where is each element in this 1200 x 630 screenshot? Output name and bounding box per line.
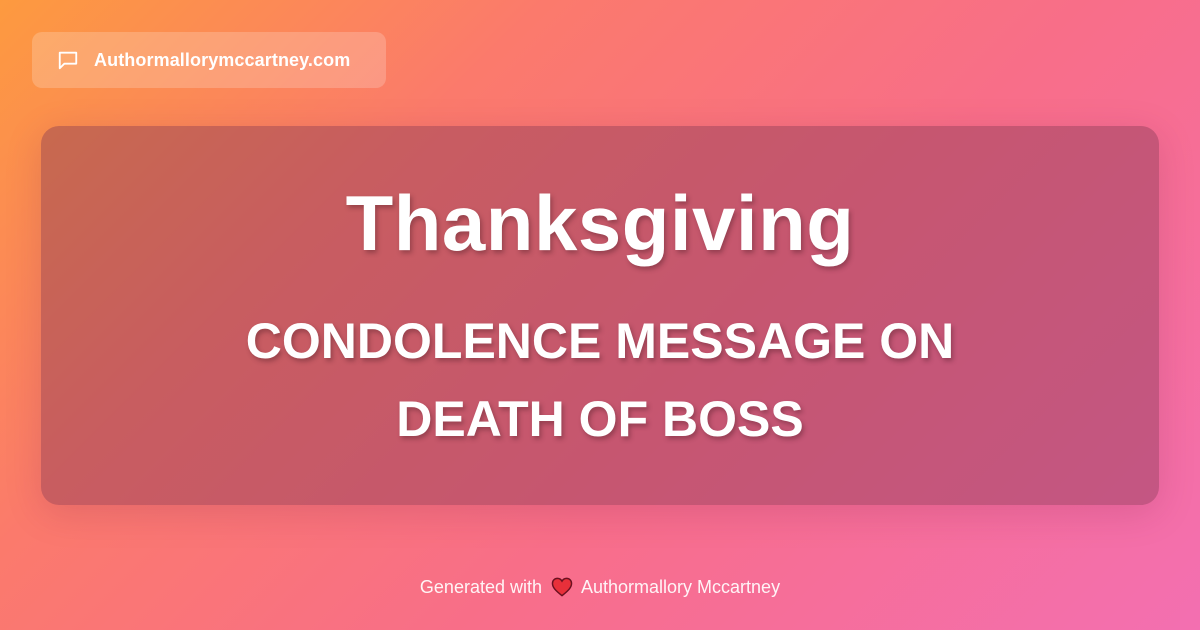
page-title: Thanksgiving (345, 179, 855, 267)
heart-icon (550, 576, 574, 598)
footer-prefix: Generated with (419, 576, 542, 597)
page-subtitle: CONDOLENCE MESSAGE ON DEATH OF BOSS (245, 313, 955, 447)
chat-bubble-icon (56, 48, 80, 72)
title-card: Thanksgiving CONDOLENCE MESSAGE ON DEATH… (41, 126, 1159, 505)
footer-author[interactable]: Authormallory Mccartney (581, 577, 780, 598)
footer: Generated with Authormallory Mccartney (0, 574, 1200, 600)
site-badge[interactable]: Authormallorymccartney.com (32, 32, 386, 88)
site-name: Authormallorymccartney.com (94, 49, 351, 70)
